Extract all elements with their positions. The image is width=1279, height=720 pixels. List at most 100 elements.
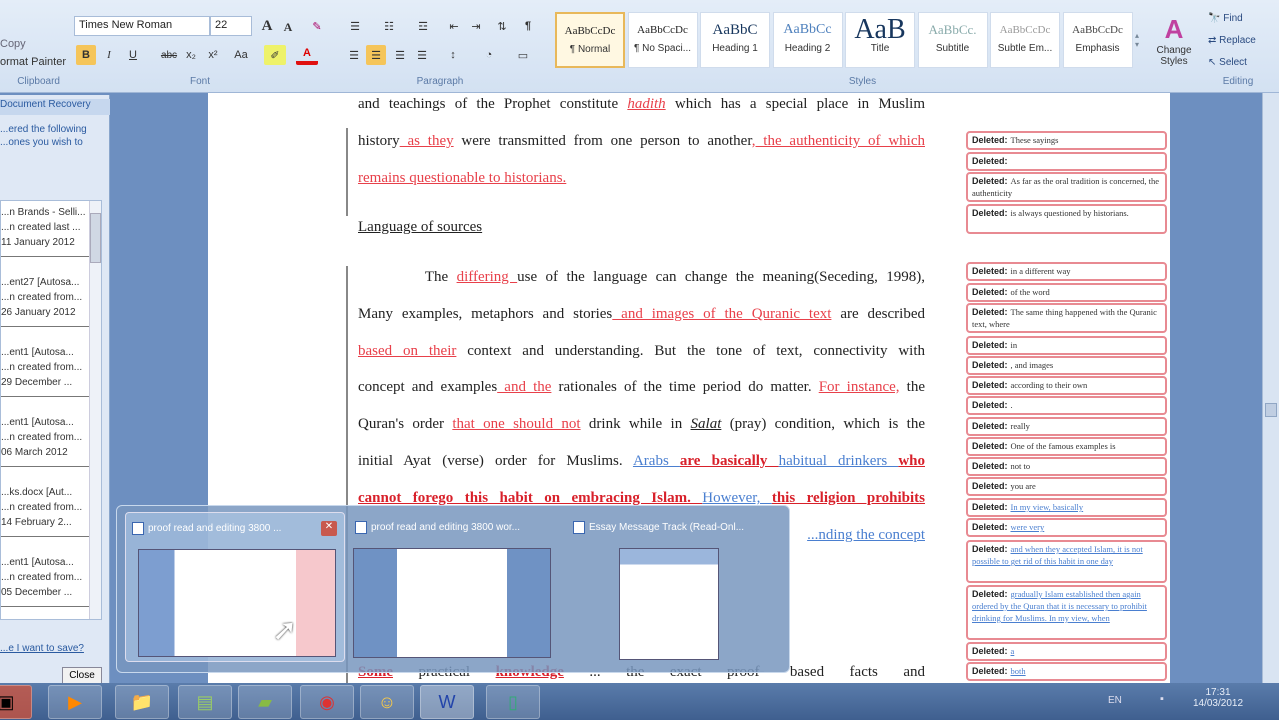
- deleted-comment-balloon[interactable]: Deleted: gradually Islam established then…: [966, 585, 1167, 640]
- app-icon[interactable]: ▰: [238, 685, 292, 719]
- start-app-icon[interactable]: ▣: [0, 685, 32, 719]
- select-button[interactable]: ↖ Select: [1208, 54, 1268, 70]
- strikethrough-button[interactable]: abc: [158, 45, 180, 65]
- recovery-file-item[interactable]: ...ent1 [Autosa... ...n created from... 05…: [1, 555, 89, 607]
- deleted-comment-balloon[interactable]: Deleted:.: [966, 396, 1167, 415]
- media-player-icon[interactable]: ▶: [48, 685, 102, 719]
- bold-button[interactable]: B: [76, 45, 96, 65]
- deleted-comment-balloon[interactable]: Deleted: both: [966, 662, 1167, 681]
- increase-indent-icon[interactable]: ⇥: [466, 16, 486, 36]
- window-app-icon[interactable]: ▯: [486, 685, 540, 719]
- chrome-icon[interactable]: ◉: [300, 685, 354, 719]
- deleted-comment-balloon[interactable]: Deleted: not to: [966, 457, 1167, 476]
- recovery-list-scrollbar[interactable]: [89, 201, 101, 619]
- decrease-indent-icon[interactable]: ⇤: [444, 16, 464, 36]
- file-explorer-icon[interactable]: 📁: [115, 685, 169, 719]
- style-subtle-em[interactable]: AaBbCcDc Subtle Em...: [990, 12, 1060, 68]
- font-size-select[interactable]: 22: [210, 16, 252, 36]
- deleted-comment-balloon[interactable]: Deleted: The same thing happened with the…: [966, 303, 1167, 333]
- window-thumbnail[interactable]: proof read and editing 3800 ... ✕ ➚: [125, 512, 345, 662]
- deleted-comment-balloon[interactable]: Deleted: in: [966, 336, 1167, 355]
- highlight-icon[interactable]: ✐: [264, 45, 286, 65]
- word-icon[interactable]: W: [420, 685, 474, 719]
- deleted-comment-balloon[interactable]: Deleted:, and images: [966, 356, 1167, 375]
- font-color-icon[interactable]: A: [296, 45, 318, 65]
- network-icon[interactable]: ▪: [1160, 693, 1164, 705]
- style-emphasis[interactable]: AaBbCcDc Emphasis: [1062, 12, 1133, 68]
- styles-scroll-icon[interactable]: ▴ ▾: [1131, 12, 1143, 68]
- style-heading-1[interactable]: AaBbC Heading 1: [700, 12, 770, 68]
- document-line[interactable]: history as they were transmitted from on…: [358, 133, 925, 150]
- multilevel-list-icon[interactable]: ☲: [408, 16, 438, 36]
- deleted-comment-balloon[interactable]: Deleted: you are: [966, 477, 1167, 496]
- shading-icon[interactable]: ◔: [474, 45, 504, 65]
- language-indicator[interactable]: EN: [1108, 695, 1122, 706]
- deleted-comment-balloon[interactable]: Deleted: in a different way: [966, 262, 1167, 281]
- style-heading-2[interactable]: AaBbCc Heading 2: [772, 12, 843, 68]
- deleted-comment-balloon[interactable]: Deleted: according to their own: [966, 376, 1167, 395]
- recovery-file-item[interactable]: ...n Brands - Selli... ...n created last …: [1, 205, 89, 257]
- recovery-file-item[interactable]: ...ent1 [Autosa... ...n created from... 29…: [1, 345, 89, 397]
- deleted-comment-balloon[interactable]: Deleted: and when they accepted Islam, it…: [966, 540, 1167, 583]
- font-name-select[interactable]: Times New Roman: [74, 16, 210, 36]
- document-line[interactable]: The differing use of the language can ch…: [358, 269, 925, 286]
- deleted-comment-balloon[interactable]: Deleted: These sayings: [966, 131, 1167, 150]
- change-case-button[interactable]: Aa: [228, 45, 254, 65]
- style-title[interactable]: AaB Title: [845, 12, 915, 68]
- borders-icon[interactable]: ▭: [508, 45, 538, 65]
- window-thumbnail[interactable]: Essay Message Track (Read-Onl...: [567, 512, 787, 662]
- deleted-comment-balloon[interactable]: Deleted: One of the famous examples is: [966, 437, 1167, 456]
- superscript-button[interactable]: x²: [204, 45, 222, 65]
- copy-button[interactable]: Copy: [0, 38, 26, 50]
- document-line[interactable]: Many examples, metaphors and stories and…: [358, 306, 925, 323]
- sticky-notes-icon[interactable]: ▤: [178, 685, 232, 719]
- change-styles-button[interactable]: A Change Styles: [1150, 8, 1198, 72]
- italic-button[interactable]: I: [100, 45, 118, 65]
- find-button[interactable]: 🔭 Find: [1208, 10, 1268, 26]
- deleted-comment-balloon[interactable]: Deleted: of the word: [966, 283, 1167, 302]
- scroll-thumb[interactable]: [1265, 403, 1277, 417]
- align-right-icon[interactable]: ☰: [390, 45, 410, 65]
- messenger-icon[interactable]: ☺: [360, 685, 414, 719]
- document-line[interactable]: concept and examples and the rationales …: [358, 379, 925, 396]
- window-thumbnail[interactable]: proof read and editing 3800 wor...: [349, 512, 569, 662]
- numbering-icon[interactable]: ☷: [374, 16, 404, 36]
- style-no-spaci[interactable]: AaBbCcDc ¶ No Spaci...: [627, 12, 698, 68]
- deleted-comment-balloon[interactable]: Deleted: In my view, basically: [966, 498, 1167, 517]
- shrink-font-button[interactable]: A: [280, 18, 296, 36]
- document-line[interactable]: Quran's order that one should not drink …: [358, 416, 925, 433]
- grow-font-button[interactable]: A: [258, 16, 276, 36]
- vertical-scrollbar[interactable]: [1262, 93, 1279, 685]
- replace-button[interactable]: ⇄ Replace: [1208, 32, 1274, 48]
- which-file-link[interactable]: ...e I want to save?: [0, 643, 84, 654]
- document-line[interactable]: based on their context and understanding…: [358, 343, 925, 360]
- clock[interactable]: 17:31 14/03/2012: [1190, 687, 1246, 709]
- align-left-icon[interactable]: ☰: [344, 45, 364, 65]
- deleted-comment-balloon[interactable]: Deleted: is always questioned by historia…: [966, 204, 1167, 234]
- recovery-file-item[interactable]: ...ks.docx [Aut... ...n created from... 14…: [1, 485, 89, 537]
- close-window-icon[interactable]: ✕: [321, 521, 337, 536]
- underline-button[interactable]: U: [124, 45, 142, 65]
- document-line[interactable]: initial Ayat (verse) order for Muslims. …: [358, 453, 925, 470]
- style-subtitle[interactable]: AaBbCc. Subtitle: [917, 12, 988, 68]
- line-spacing-icon[interactable]: ↕: [440, 45, 466, 65]
- deleted-comment-balloon[interactable]: Deleted: really: [966, 417, 1167, 436]
- deleted-comment-balloon[interactable]: Deleted: As far as the oral tradition is …: [966, 172, 1167, 202]
- document-line[interactable]: and teachings of the Prophet constitute …: [358, 96, 925, 113]
- deleted-comment-balloon[interactable]: Deleted:: [966, 152, 1167, 171]
- deleted-comment-balloon[interactable]: Deleted: were very: [966, 518, 1167, 537]
- recovery-file-item[interactable]: ...ent27 [Autosa... ...n created from... 2…: [1, 275, 89, 327]
- clear-formatting-icon[interactable]: ✎: [306, 16, 328, 36]
- section-heading[interactable]: Language of sources: [358, 219, 925, 236]
- bullets-icon[interactable]: ☰: [340, 16, 370, 36]
- sort-icon[interactable]: ⇅: [492, 16, 512, 36]
- style-normal[interactable]: AaBbCcDc ¶ Normal: [555, 12, 625, 68]
- justify-icon[interactable]: ☰: [412, 45, 432, 65]
- show-formatting-button[interactable]: ¶: [518, 16, 538, 36]
- align-center-icon[interactable]: ☰: [366, 45, 386, 65]
- document-line[interactable]: remains questionable to historians.: [358, 170, 925, 187]
- format-painter-button[interactable]: Format Painter: [0, 56, 66, 68]
- deleted-comment-balloon[interactable]: Deleted: a: [966, 642, 1167, 661]
- subscript-button[interactable]: x₂: [182, 45, 200, 65]
- recovery-file-item[interactable]: ...ent1 [Autosa... ...n created from... 06…: [1, 415, 89, 467]
